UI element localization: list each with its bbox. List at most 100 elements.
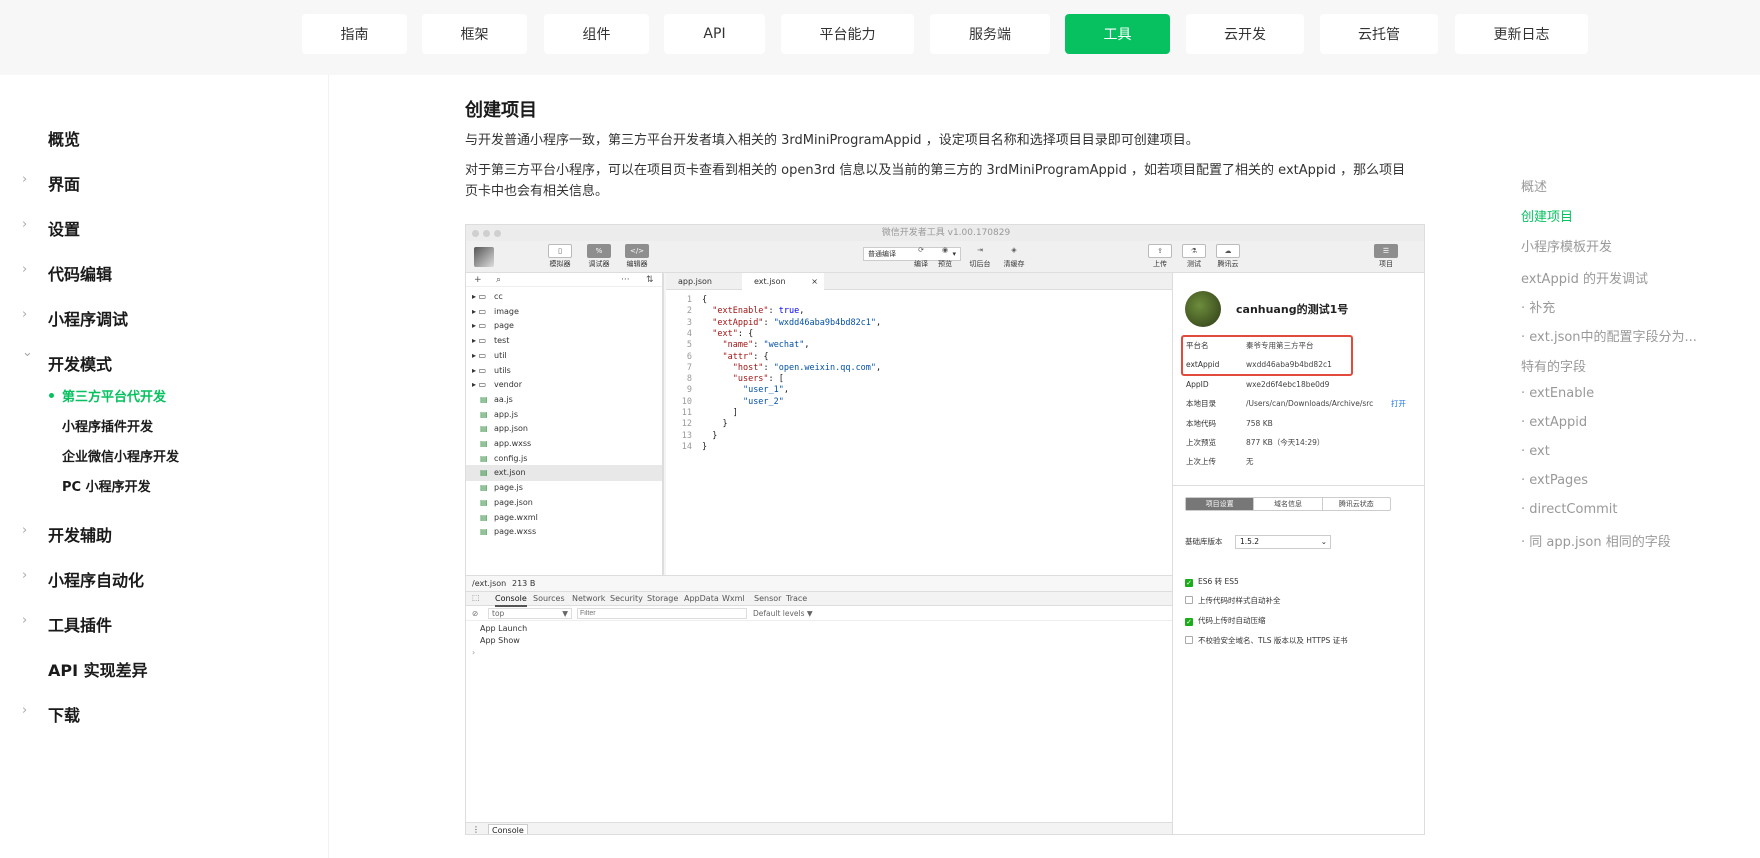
file-tree-item[interactable]: ▸ ▭ image	[466, 304, 662, 320]
toc-item[interactable]: · 补充	[1521, 297, 1555, 316]
file-tree-item[interactable]: ▤ ext.json	[466, 465, 662, 482]
code-editor[interactable]: app.json ext.json × 1{2 "extEnable": true…	[666, 273, 1172, 575]
ptab-domain-info[interactable]: 域名信息	[1254, 498, 1323, 510]
toc-item[interactable]: 小程序模板开发	[1521, 236, 1612, 255]
context-select[interactable]: top ▼	[488, 608, 572, 619]
bottom-console-tab[interactable]: Console	[488, 824, 528, 834]
file-tree-item[interactable]: ▸ ▭ utils	[466, 363, 662, 379]
file-tree-item[interactable]: ▤ page.js	[466, 480, 662, 496]
clear-console-icon[interactable]: ⊘	[472, 606, 478, 621]
file-tree-item[interactable]: ▤ app.wxss	[466, 436, 662, 452]
sidebar-item-automation[interactable]: 小程序自动化	[48, 567, 144, 591]
nav-framework[interactable]: 框架	[422, 14, 527, 54]
project-button[interactable]: ☰ 项目	[1369, 244, 1403, 269]
file-tree-item[interactable]: ▤ page.wxss	[466, 524, 662, 540]
sidebar-sub-plugin[interactable]: 小程序插件开发	[62, 416, 153, 435]
background-button[interactable]: ⇥ 切后台	[963, 244, 997, 269]
file-tree-item[interactable]: ▸ ▭ vendor	[466, 377, 662, 393]
setting-checkbox[interactable]: 不校验安全域名、TLS 版本以及 HTTPS 证书	[1185, 636, 1348, 646]
toc-item[interactable]: · 同 app.json 相同的字段	[1521, 531, 1671, 550]
toc-item[interactable]: 特有的字段	[1521, 356, 1586, 375]
setting-checkbox[interactable]: 上传代码时样式自动补全	[1185, 596, 1281, 606]
toc-item[interactable]: · extPages	[1521, 473, 1588, 488]
file-tree-item[interactable]: ▤ app.json	[466, 421, 662, 437]
more-icon[interactable]: ···	[621, 273, 630, 287]
sidebar-item-dev-mode[interactable]: 开发模式	[48, 351, 112, 375]
levels-select[interactable]: Default levels ▼	[753, 606, 813, 621]
toc-item[interactable]: · directCommit	[1521, 502, 1618, 517]
nav-api[interactable]: API	[664, 14, 765, 54]
clear-cache-button[interactable]: ◈ 清缓存	[997, 244, 1031, 269]
ptab-cloud-status[interactable]: 腾讯云状态	[1323, 498, 1390, 510]
sidebar-item-code-edit[interactable]: 代码编辑	[48, 261, 112, 285]
setting-checkbox[interactable]: ✓ 代码上传时自动压缩	[1185, 616, 1266, 626]
sidebar-item-debug[interactable]: 小程序调试	[48, 306, 128, 330]
devtab-sources[interactable]: Sources	[533, 592, 565, 605]
file-tree-item[interactable]: ▸ ▭ util	[466, 348, 662, 364]
file-tree-item[interactable]: ▸ ▭ cc	[466, 289, 662, 305]
devtab-appdata[interactable]: AppData	[684, 592, 719, 605]
search-icon[interactable]: ⌕	[496, 273, 501, 287]
debugger-button[interactable]: % 调试器	[582, 244, 616, 269]
toc-item[interactable]: 概述	[1521, 176, 1547, 195]
sidebar-item-interface[interactable]: 界面	[48, 171, 80, 195]
devtab-security[interactable]: Security	[610, 592, 643, 605]
file-tree-item[interactable]: ▸ ▭ test	[466, 333, 662, 349]
devtab-console[interactable]: Console	[495, 592, 527, 607]
checkbox-checked-icon[interactable]: ✓	[1185, 579, 1193, 587]
file-tree-item[interactable]: ▤ app.js	[466, 407, 662, 423]
toc-item-active[interactable]: 创建项目	[1521, 206, 1573, 225]
tencent-cloud-button[interactable]: ☁ 腾讯云	[1211, 244, 1245, 269]
file-tree-item[interactable]: ▸ ▭ page	[466, 318, 662, 334]
sidebar-item-dev-assist[interactable]: 开发辅助	[48, 522, 112, 546]
file-tree-item[interactable]: ▤ page.json	[466, 495, 662, 511]
devtab-network[interactable]: Network	[572, 592, 605, 605]
sidebar-item-overview[interactable]: 概览	[48, 126, 80, 150]
nav-cloud-hosting[interactable]: 云托管	[1320, 14, 1438, 54]
nav-platform[interactable]: 平台能力	[781, 14, 914, 54]
nav-changelog[interactable]: 更新日志	[1455, 14, 1588, 54]
sort-icon[interactable]: ⇅	[646, 273, 654, 287]
tab-app-json[interactable]: app.json	[666, 273, 742, 290]
editor-button[interactable]: </> 编辑器	[620, 244, 654, 269]
add-icon[interactable]: +	[474, 273, 482, 287]
nav-tools[interactable]: 工具	[1065, 14, 1170, 54]
upload-button[interactable]: ⇪ 上传	[1143, 244, 1177, 269]
setting-checkbox[interactable]: ✓ ES6 转 ES5	[1185, 577, 1239, 587]
console-prompt[interactable]: ›	[472, 648, 475, 657]
inspect-icon[interactable]: ⬚	[472, 593, 480, 602]
sidebar-sub-third-party[interactable]: 第三方平台代开发	[62, 386, 166, 405]
sidebar-item-tool-plugins[interactable]: 工具插件	[48, 612, 112, 636]
test-button[interactable]: ⚗ 测试	[1177, 244, 1211, 269]
devtab-wxml[interactable]: Wxml	[722, 592, 745, 605]
toc-item[interactable]: · ext.json中的配置字段分为...	[1521, 326, 1697, 345]
preview-button[interactable]: ◉ 预览	[928, 244, 962, 269]
sidebar-sub-wework[interactable]: 企业微信小程序开发	[62, 446, 179, 465]
sidebar-sub-pc[interactable]: PC 小程序开发	[62, 476, 151, 495]
devtab-trace[interactable]: Trace	[786, 592, 807, 605]
checkbox-unchecked-icon[interactable]	[1185, 636, 1193, 644]
tab-ext-json[interactable]: ext.json ×	[742, 273, 824, 290]
toc-item[interactable]: extAppid 的开发调试	[1521, 268, 1648, 287]
checkbox-unchecked-icon[interactable]	[1185, 596, 1193, 604]
nav-guide[interactable]: 指南	[302, 14, 407, 54]
nav-server[interactable]: 服务端	[930, 14, 1050, 54]
console-filter-input[interactable]	[577, 608, 747, 619]
kebab-icon[interactable]: ⋮	[472, 823, 480, 834]
file-tree-item[interactable]: ▤ aa.js	[466, 392, 662, 408]
ptab-project-settings[interactable]: 项目设置	[1186, 498, 1255, 510]
file-tree-item[interactable]: ▤ config.js	[466, 451, 662, 467]
toc-item[interactable]: · extEnable	[1521, 386, 1594, 401]
open-folder-link[interactable]: 打开	[1391, 395, 1406, 413]
file-tree-item[interactable]: ▤ page.wxml	[466, 510, 662, 526]
lib-version-select[interactable]: 1.5.2 ⌄	[1235, 535, 1331, 549]
sidebar-item-api-diff[interactable]: API 实现差异	[48, 657, 148, 681]
devtab-storage[interactable]: Storage	[647, 592, 678, 605]
nav-components[interactable]: 组件	[544, 14, 649, 54]
nav-cloud-dev[interactable]: 云开发	[1186, 14, 1304, 54]
simulator-button[interactable]: ▯ 模拟器	[543, 244, 577, 269]
devtab-sensor[interactable]: Sensor	[754, 592, 781, 605]
toc-item[interactable]: · ext	[1521, 444, 1550, 459]
close-icon[interactable]: ×	[811, 273, 818, 290]
sidebar-item-download[interactable]: 下载	[48, 702, 80, 726]
